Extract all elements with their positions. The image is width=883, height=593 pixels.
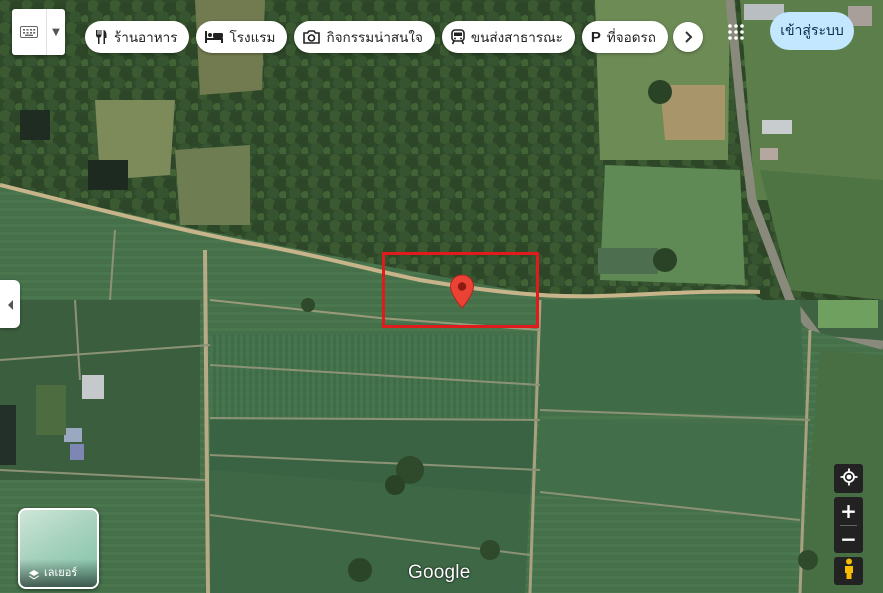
layers-label: เลเยอร์ <box>44 566 78 579</box>
transit-icon <box>451 29 465 45</box>
restaurant-icon <box>94 29 108 45</box>
chip-label: ร้านอาหาร <box>114 30 178 46</box>
layers-button[interactable]: เลเยอร์ <box>18 508 99 589</box>
chips-next-button[interactable] <box>672 22 703 52</box>
keyboard-dropdown-arrow-icon[interactable]: ▼ <box>47 27 65 38</box>
chevron-left-icon <box>7 295 14 314</box>
chip-label: ขนส่งสาธารณะ <box>470 30 563 46</box>
google-logo: Google <box>408 562 471 583</box>
my-location-icon <box>840 468 858 490</box>
chip-restaurants[interactable]: ร้านอาหาร <box>85 21 190 53</box>
camera-icon <box>303 30 321 44</box>
zoom-controls: + − <box>834 497 863 553</box>
keyboard-input-button[interactable]: ▼ <box>12 9 65 55</box>
parking-icon: P <box>590 28 601 46</box>
chip-label: ที่จอดรถ <box>606 30 656 46</box>
chip-label: กิจกรรมน่าสนใจ <box>326 30 423 46</box>
chip-hotels[interactable]: โรงแรม <box>196 21 288 53</box>
my-location-button[interactable] <box>834 464 863 493</box>
layers-label-row: เลเยอร์ <box>20 559 97 587</box>
chip-label: โรงแรม <box>229 30 276 46</box>
keyboard-icon[interactable] <box>12 9 47 55</box>
apps-grid-icon[interactable] <box>728 24 744 44</box>
chip-parking[interactable]: P ที่จอดรถ <box>581 21 668 53</box>
street-view-pegman-button[interactable] <box>834 557 863 585</box>
zoom-in-button[interactable]: + <box>834 498 863 525</box>
zoom-out-button[interactable]: − <box>834 526 863 553</box>
chip-transit[interactable]: ขนส่งสาธารณะ <box>441 21 575 53</box>
location-pin-icon[interactable] <box>449 274 475 314</box>
sign-in-button[interactable]: เข้าสู่ระบบ <box>770 12 854 50</box>
layers-icon <box>28 569 40 581</box>
chip-things-to-do[interactable]: กิจกรรมน่าสนใจ <box>294 21 435 53</box>
category-chips: ร้านอาหาร โรงแรม กิจกรรมน่าสนใจ ขนส่งสาธ… <box>85 21 703 53</box>
chevron-right-icon <box>683 28 693 47</box>
collapse-side-panel-button[interactable] <box>0 280 20 328</box>
pegman-icon <box>843 558 855 584</box>
hotel-icon <box>205 31 224 43</box>
